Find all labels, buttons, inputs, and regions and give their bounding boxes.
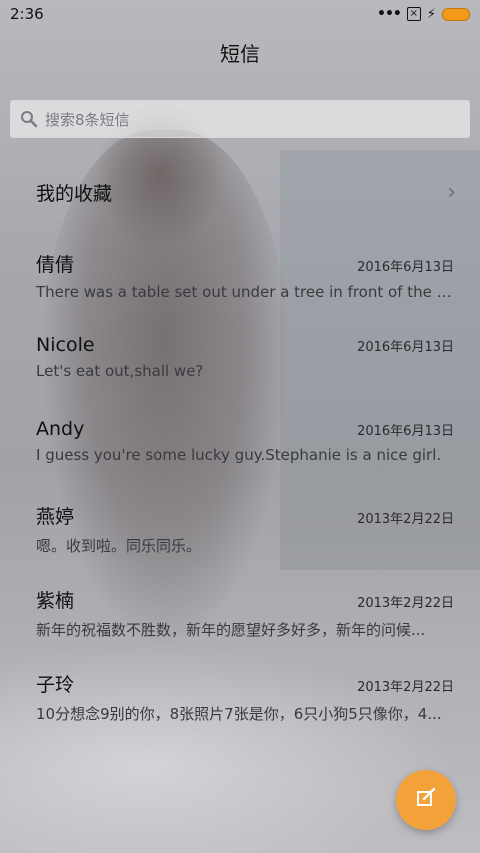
status-time: 2:36 [10,5,44,23]
chevron-right-icon: › [447,179,456,205]
page-title: 短信 [220,42,260,66]
more-notifications-icon: ••• [377,6,402,22]
conversation-item[interactable]: Andy 2016年6月13日 I guess you're some luck… [36,418,454,502]
message-preview: 新年的祝福数不胜数，新年的愿望好多好多，新年的问候... [36,621,426,639]
message-date: 2016年6月13日 [357,340,454,355]
message-date: 2013年2月22日 [357,596,454,611]
battery-icon [442,7,470,21]
conversation-item[interactable]: Nicole 2016年6月13日 Let's eat out,shall we… [36,334,454,418]
conversation-list: 倩倩 2016年6月13日 There was a table set out … [36,250,454,754]
contact-name: 紫楠 [36,590,75,612]
message-preview: There was a table set out under a tree i… [36,283,454,301]
bolt-icon: ⚡ [426,6,436,22]
favorites-label: 我的收藏 [36,182,113,205]
message-date: 2013年2月22日 [357,680,454,695]
status-icons: ••• × ⚡ [377,6,470,22]
search-placeholder: 搜索8条短信 [45,110,130,129]
message-date: 2013年2月22日 [357,512,454,527]
search-icon [19,109,39,129]
search-input[interactable]: 搜索8条短信 [10,100,470,138]
message-preview: I guess you're some lucky guy.Stephanie … [36,446,442,464]
contact-name: 燕婷 [36,506,75,528]
contact-name: Andy [36,418,85,440]
compose-button[interactable] [396,770,456,830]
conversation-item[interactable]: 倩倩 2016年6月13日 There was a table set out … [36,250,454,334]
message-date: 2016年6月13日 [357,424,454,439]
conversation-item[interactable]: 紫楠 2013年2月22日 新年的祝福数不胜数，新年的愿望好多好多，新年的问候.… [36,586,454,670]
message-preview: 嗯。收到啦。同乐同乐。 [36,537,202,555]
contact-name: Nicole [36,334,95,356]
status-bar: 2:36 ••• × ⚡ [0,0,480,28]
sim-x-icon: × [406,7,421,21]
favorites-row[interactable]: 我的收藏 › [36,172,456,212]
contact-name: 倩倩 [36,254,75,276]
message-date: 2016年6月13日 [357,260,454,275]
contact-name: 子玲 [36,674,75,696]
conversation-item[interactable]: 燕婷 2013年2月22日 嗯。收到啦。同乐同乐。 [36,502,454,586]
conversation-item[interactable]: 子玲 2013年2月22日 10分想念9别的你，8张照片7张是你，6只小狗5只像… [36,670,454,754]
header: 短信 [0,38,480,67]
message-preview: Let's eat out,shall we? [36,362,204,380]
message-preview: 10分想念9别的你，8张照片7张是你，6只小狗5只像你，4... [36,705,442,723]
compose-icon [415,787,437,813]
